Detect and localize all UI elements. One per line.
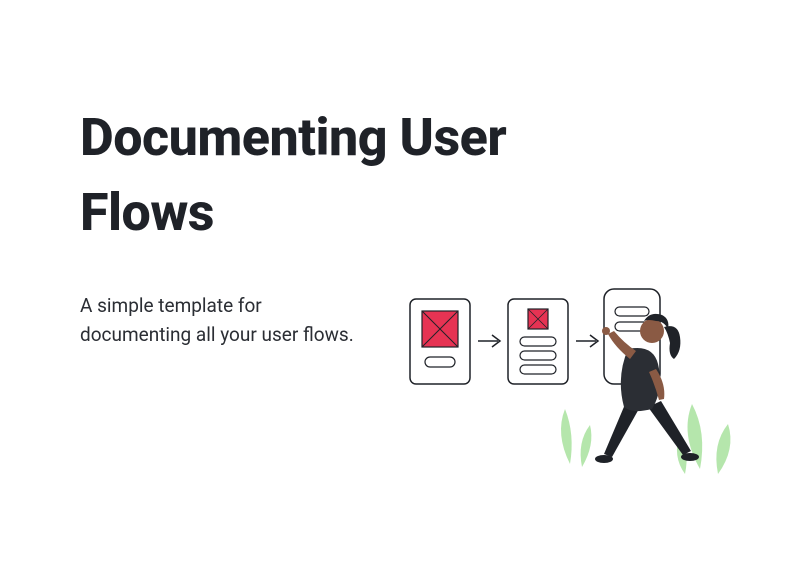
page-title: Documenting User Flows: [80, 100, 640, 251]
hero-illustration: [400, 269, 760, 489]
arrow-1-icon: [478, 335, 500, 347]
flow-card-1: [410, 299, 470, 384]
arrow-2-icon: [576, 335, 598, 347]
plant-right-icon: [677, 404, 731, 474]
page-subtitle: A simple template for documenting all yo…: [80, 291, 360, 350]
person-illustration: [595, 314, 699, 463]
plant-left-icon: [561, 409, 591, 467]
flow-card-2: [508, 299, 568, 384]
